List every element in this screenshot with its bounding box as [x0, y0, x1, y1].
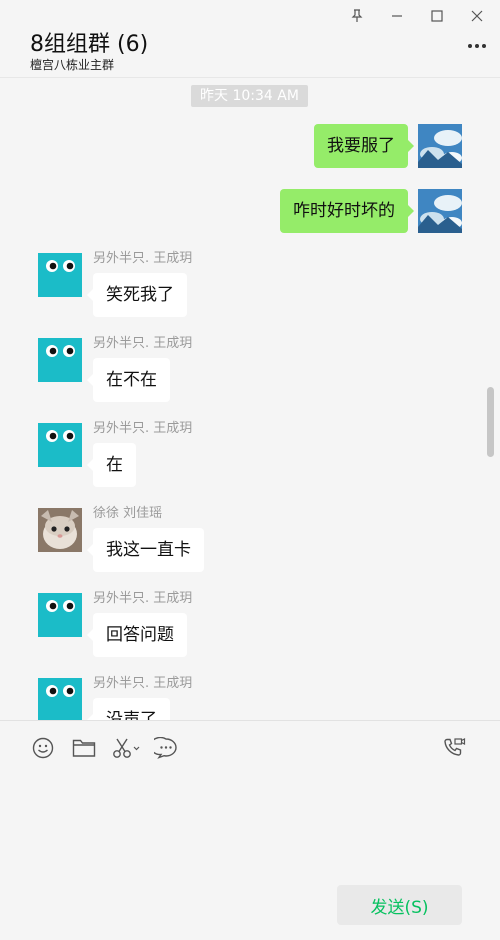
- my-avatar[interactable]: [418, 189, 462, 233]
- member-avatar[interactable]: [38, 423, 82, 467]
- chat-header: 8组组群 (6) 檀宫八栋业主群: [0, 0, 500, 78]
- message-item: 徐徐 刘佳瑶 我这一直卡: [0, 502, 500, 572]
- sender-name: 徐徐 刘佳瑶: [93, 506, 163, 521]
- message-timestamp: 昨天 10:34 AM: [191, 85, 308, 107]
- message-item: 另外半只. 王成玥 在不在: [0, 332, 500, 402]
- message-item: 另外半只. 王成玥 在: [0, 417, 500, 487]
- member-avatar[interactable]: [38, 253, 82, 297]
- message-bubble[interactable]: 在: [87, 443, 136, 487]
- member-avatar[interactable]: [38, 593, 82, 637]
- sender-name: 另外半只. 王成玥: [93, 251, 193, 266]
- scissors-icon[interactable]: [112, 735, 142, 761]
- window-controls: [344, 6, 490, 26]
- message-bubble[interactable]: 我这一直卡: [87, 528, 204, 572]
- message-item: 另外半只. 王成玥 笑死我了: [0, 247, 500, 317]
- group-subtitle: 檀宫八栋业主群: [30, 58, 115, 72]
- maximize-icon[interactable]: [424, 6, 450, 26]
- sender-name: 另外半只. 王成玥: [93, 336, 193, 351]
- folder-icon[interactable]: [71, 735, 97, 761]
- message-bubble[interactable]: 我要服了: [314, 124, 414, 168]
- composer-toolbar: [0, 734, 500, 764]
- video-call-icon[interactable]: [441, 735, 467, 761]
- message-item: 另外半只. 王成玥 没声了: [0, 672, 500, 720]
- member-avatar[interactable]: [38, 508, 82, 552]
- message-bubble[interactable]: 咋时好时坏的: [280, 189, 414, 233]
- my-avatar[interactable]: [418, 124, 462, 168]
- member-avatar[interactable]: [38, 338, 82, 382]
- send-button[interactable]: 发送(S): [337, 885, 462, 925]
- message-input[interactable]: [20, 776, 480, 876]
- composer-divider: [0, 720, 500, 721]
- message-item: 咋时好时坏的: [0, 189, 500, 233]
- message-bubble[interactable]: 回答问题: [87, 613, 187, 657]
- message-bubble[interactable]: 笑死我了: [87, 273, 187, 317]
- message-bubble[interactable]: 没声了: [87, 698, 170, 720]
- emoji-icon[interactable]: [30, 735, 56, 761]
- chat-scrollbar[interactable]: [487, 387, 494, 457]
- chat-window: 8组组群 (6) 檀宫八栋业主群 昨天 10:34 AM 我要服了 咋时好时坏的…: [0, 0, 500, 940]
- sender-name: 另外半只. 王成玥: [93, 591, 193, 606]
- message-item: 另外半只. 王成玥 回答问题: [0, 587, 500, 657]
- close-icon[interactable]: [464, 6, 490, 26]
- pin-icon[interactable]: [344, 6, 370, 26]
- chat-history-icon[interactable]: [153, 735, 179, 761]
- member-avatar[interactable]: [38, 678, 82, 720]
- sender-name: 另外半只. 王成玥: [93, 676, 193, 691]
- more-options-icon[interactable]: [464, 36, 490, 56]
- message-bubble[interactable]: 在不在: [87, 358, 170, 402]
- sender-name: 另外半只. 王成玥: [93, 421, 193, 436]
- message-item: 我要服了: [0, 124, 500, 168]
- message-list[interactable]: 昨天 10:34 AM 我要服了 咋时好时坏的 另外半只. 王成玥 笑死我了 另…: [0, 79, 500, 720]
- group-title: 8组组群 (6): [30, 32, 149, 57]
- minimize-icon[interactable]: [384, 6, 410, 26]
